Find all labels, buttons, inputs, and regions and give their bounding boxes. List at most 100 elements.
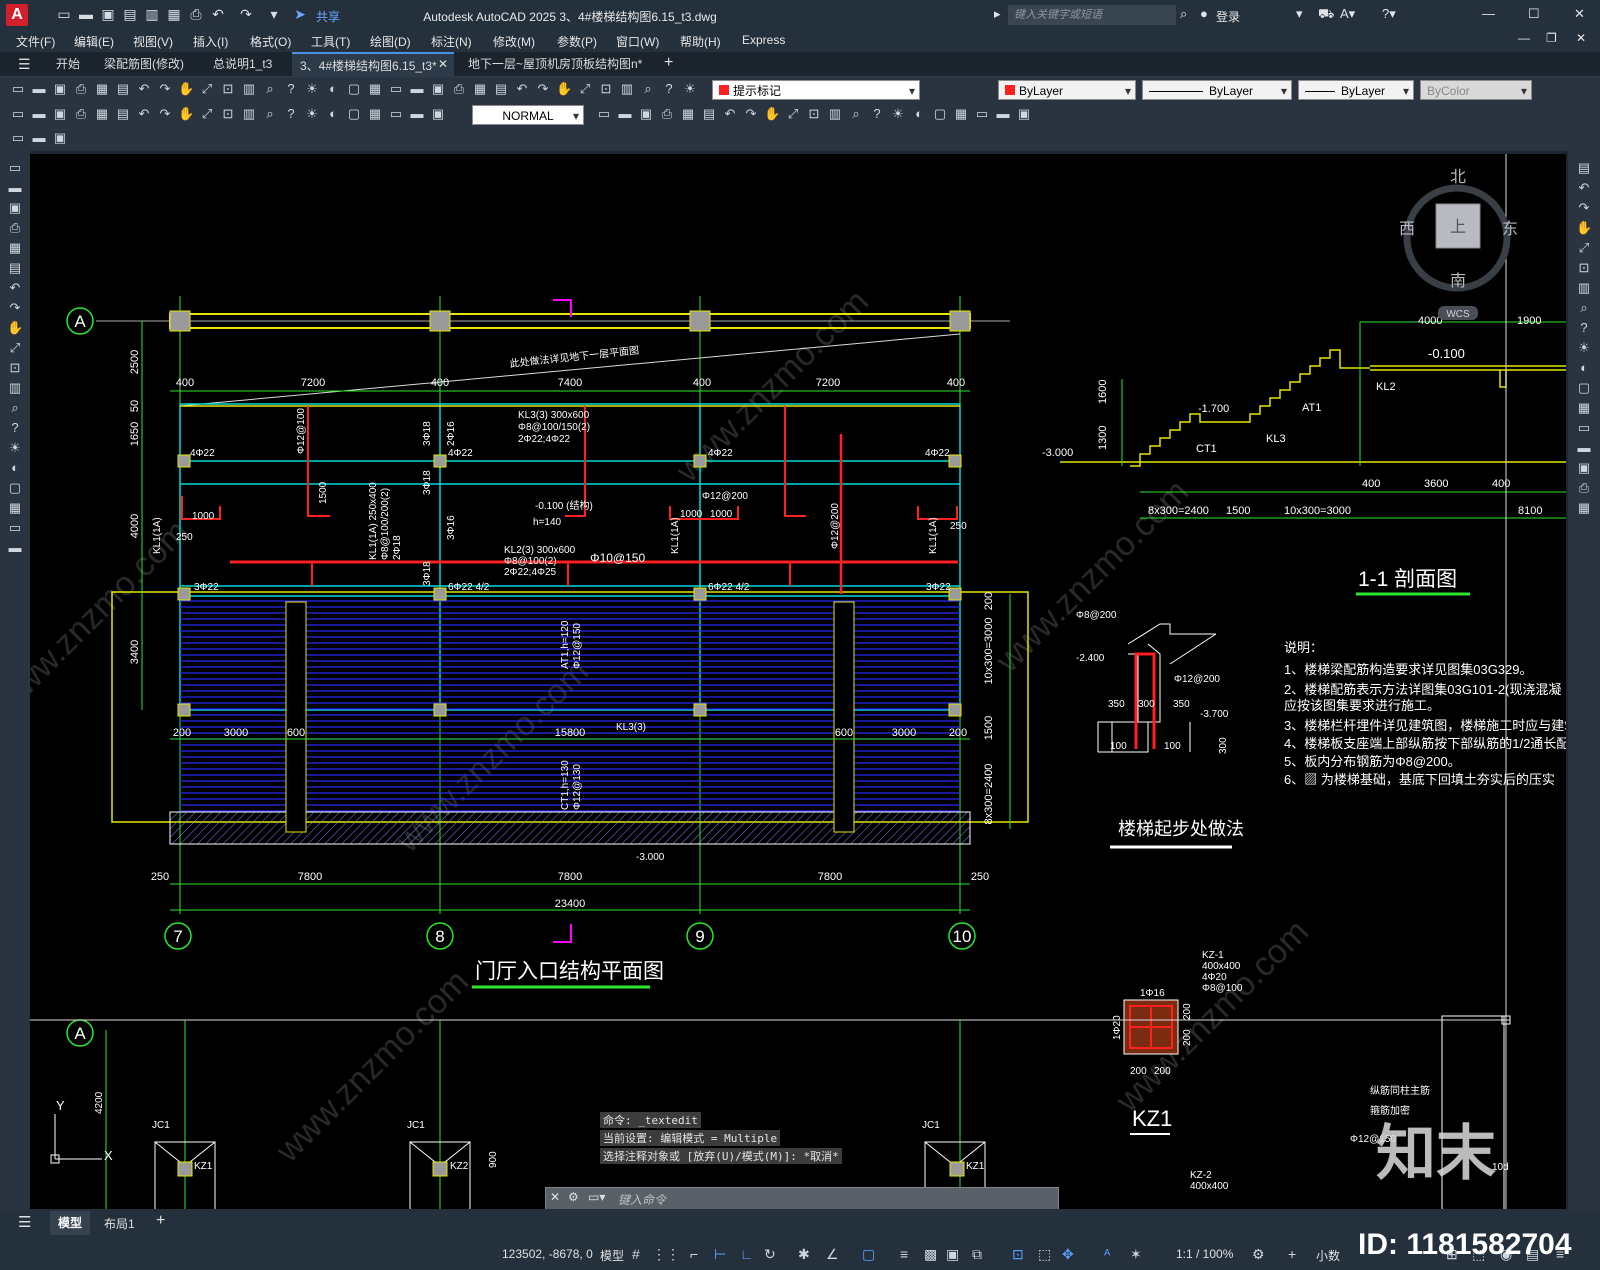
right-modify-tool-icon[interactable]: ⤢ [1576,240,1592,256]
menu-window[interactable]: 窗口(W) [616,33,659,50]
modify-tool-icon[interactable]: ▢ [932,106,948,122]
expand-search-icon[interactable]: ▸ [994,6,1001,22]
annotation-visibility-icon[interactable]: ᴬ [1104,1246,1110,1262]
left-draw-tool-icon[interactable]: ▬ [7,540,23,556]
command-input[interactable]: 键入命令 [618,1191,666,1208]
dynamic-input-icon[interactable]: ⊢ [714,1246,726,1263]
left-draw-tool-icon[interactable]: ▥ [7,380,23,396]
standard-tool-icon[interactable]: ☀ [682,81,698,97]
standard-tool-icon[interactable]: ☀ [304,81,320,97]
draw-tool-icon[interactable]: ▣ [52,106,68,122]
viewcube-top[interactable]: 上 [1450,218,1466,236]
standard-tool-icon[interactable]: ▥ [241,81,257,97]
right-modify-tool-icon[interactable]: ⌕ [1576,300,1592,316]
right-modify-tool-icon[interactable]: ▬ [1576,440,1592,456]
lineweight-dropdown[interactable]: ByLayer ▾ [1298,80,1414,100]
standard-tool-icon[interactable]: ↷ [157,81,173,97]
cart-icon[interactable]: ⛟ [1318,6,1334,24]
left-draw-tool-icon[interactable]: ▭ [7,160,23,176]
draw-tool-icon[interactable]: ▭ [388,106,404,122]
left-draw-tool-icon[interactable]: ▦ [7,500,23,516]
right-modify-tool-icon[interactable]: ⊡ [1576,260,1592,276]
right-modify-tool-icon[interactable]: ▥ [1576,280,1592,296]
units-selector[interactable]: 小数 [1316,1247,1340,1264]
doc-close-icon[interactable]: ✕ [1576,31,1586,45]
draw-tool-icon[interactable]: ▦ [367,106,383,122]
draw-tool-icon[interactable]: ? [283,106,299,122]
standard-tool-icon[interactable]: ✋ [556,81,572,97]
modify-tool-icon[interactable]: ▥ [827,106,843,122]
draw-tool-icon[interactable]: ⊡ [220,106,236,122]
standard-tool-icon[interactable]: ⊡ [598,81,614,97]
polar-tracking-icon[interactable]: ↻ [764,1246,776,1263]
left-draw-tool-icon[interactable]: ☀ [7,440,23,456]
left-draw-tool-icon[interactable]: ▢ [7,480,23,496]
standard-tool-icon[interactable]: ▤ [493,81,509,97]
left-draw-tool-icon[interactable]: ✋ [7,320,23,336]
right-modify-tool-icon[interactable]: ▦ [1576,400,1592,416]
layout-menu-icon[interactable]: ☰ [18,1213,31,1231]
left-draw-tool-icon[interactable]: ⎙ [7,220,23,236]
lineweight-icon[interactable]: ≡ [900,1246,908,1262]
standard-tool-icon[interactable]: ⊡ [220,81,236,97]
help-icon[interactable]: ?▾ [1382,6,1396,22]
selection-filter-icon[interactable]: ⬚ [1038,1246,1051,1263]
linetype-dropdown[interactable]: ByLayer ▾ [1142,80,1292,100]
standard-tool-icon[interactable]: ▦ [94,81,110,97]
draw-tool-icon[interactable]: ⎙ [73,106,89,122]
modify-tool-icon[interactable]: ▣ [1016,106,1032,122]
gizmo-icon[interactable]: ✥ [1062,1246,1074,1263]
right-modify-tool-icon[interactable]: ✋ [1576,220,1592,236]
auto-scale-icon[interactable]: ✶ [1130,1246,1142,1263]
modify-tool-icon[interactable]: ▦ [680,106,696,122]
modify-tool-icon[interactable]: ⊡ [806,106,822,122]
standard-tool-icon[interactable]: ⤢ [199,81,215,97]
right-modify-tool-icon[interactable]: ? [1576,320,1592,336]
standard-tool-icon[interactable]: ? [661,81,677,97]
left-draw-tool-icon[interactable]: ▬ [7,180,23,196]
modify-tool-icon[interactable]: ▭ [974,106,990,122]
modify-tool-icon[interactable]: ✋ [764,106,780,122]
workspace-gear-icon[interactable]: ⚙ [1252,1246,1265,1263]
modify-tool-icon[interactable]: ▬ [617,106,633,122]
right-modify-tool-icon[interactable]: ▭ [1576,420,1592,436]
draw-tool-icon[interactable]: ☀ [304,106,320,122]
left-draw-tool-icon[interactable]: ⊡ [7,360,23,376]
minimize-icon[interactable]: — [1482,6,1495,21]
standard-tool-icon[interactable]: ▬ [409,81,425,97]
standard-tool-icon[interactable]: ▦ [367,81,383,97]
menu-tools[interactable]: 工具(T) [311,33,350,50]
wrench-icon[interactable]: ⚙ [568,1190,579,1204]
left-draw-tool-icon[interactable]: ▭ [7,520,23,536]
autodesk-app-icon[interactable]: A▾ [1340,6,1355,22]
annotation-scale[interactable]: 1:1 / 100% [1176,1247,1233,1261]
draw-tool-icon[interactable]: ◐ [325,106,341,122]
left-draw-tool-icon[interactable]: ▦ [7,240,23,256]
draw-tool-icon[interactable]: ▥ [241,106,257,122]
menu-dimension[interactable]: 标注(N) [431,33,472,50]
3d-osnap-icon[interactable]: ⧉ [972,1246,982,1263]
right-modify-tool-icon[interactable]: ↷ [1576,200,1592,216]
hamburger-menu-icon[interactable]: ☰ [18,56,31,73]
tab-start[interactable]: 开始 [48,52,88,76]
modify-tool-icon[interactable]: ◐ [911,106,927,122]
object-snap-icon[interactable]: ▢ [862,1246,875,1263]
standard-tool-icon[interactable]: ▦ [472,81,488,97]
left-draw-tool-icon[interactable]: ↷ [7,300,23,316]
standard-tool-icon[interactable]: ▭ [10,81,26,97]
transparency-icon[interactable]: ▩ [924,1246,937,1263]
draw-tool-icon[interactable]: ▬ [409,106,425,122]
grid-icon[interactable]: # [632,1246,640,1262]
modify-tool-icon[interactable]: ☀ [890,106,906,122]
standard-tool-icon[interactable]: ▣ [52,81,68,97]
right-modify-tool-icon[interactable]: ▦ [1576,500,1592,516]
standard-tool-icon[interactable]: ▢ [346,81,362,97]
draw-tool-icon[interactable]: ▤ [115,106,131,122]
search-icon[interactable]: ⌕ [1180,6,1187,22]
modify-tool-icon[interactable]: ⌕ [848,106,864,122]
drawing-canvas[interactable]: www.znzmo.com www.znzmo.com www.znzmo.co… [30,154,1566,1210]
ortho-icon[interactable]: ∟ [740,1246,754,1262]
annotation-layer-dropdown[interactable]: 提示标记 ▾ [712,80,920,100]
menu-draw[interactable]: 绘图(D) [370,33,411,50]
menu-help[interactable]: 帮助(H) [680,33,721,50]
